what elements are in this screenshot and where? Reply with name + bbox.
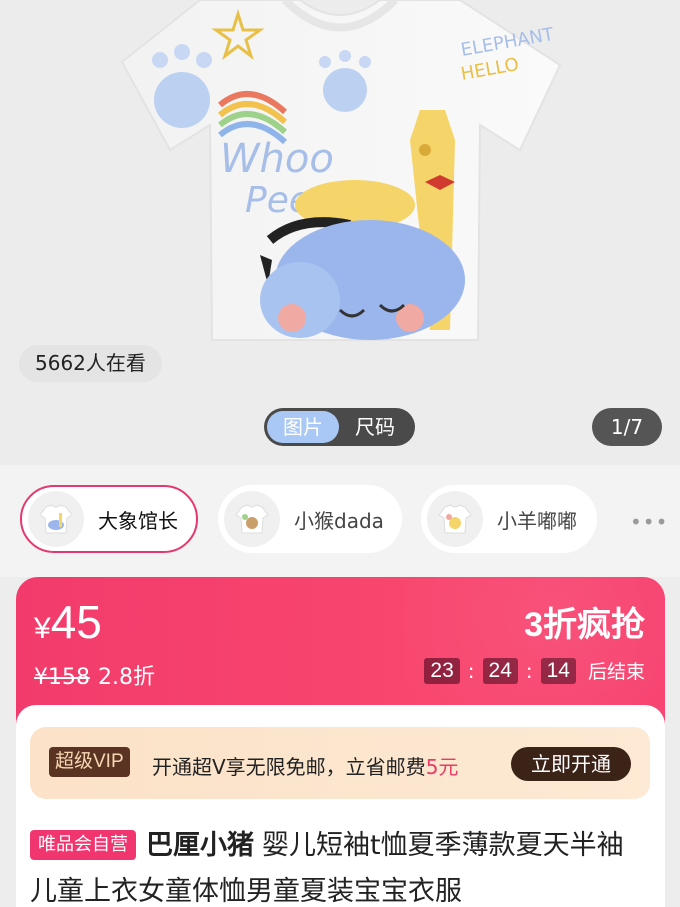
current-price: ¥45 — [34, 595, 102, 649]
product-info-card: 超级VIP 开通超V享无限免邮，立省邮费5元 立即开通 唯品会自营 巴厘小猪 婴儿短… — [16, 705, 665, 907]
product-title: 唯品会自营 巴厘小猪 婴儿短袖t恤夏季薄款夏天半袖儿童上衣女童体恤男童夏装宝宝衣服 — [30, 823, 650, 907]
variant-option[interactable]: 大象馆长 — [20, 485, 198, 553]
discount-rate: 2.8折 — [98, 665, 155, 690]
variant-selector: 大象馆长 小猴dada 小羊嘟嘟 ••• — [0, 465, 680, 577]
vip-promo-text: 开通超V享无限免邮，立省邮费5元 — [152, 755, 459, 779]
original-price: ¥158 — [34, 665, 90, 690]
original-price-row: ¥158 2.8折 — [34, 659, 155, 691]
variant-label: 小猴dada — [294, 508, 384, 533]
variant-thumbnail — [224, 491, 280, 547]
tab-images[interactable]: 图片 — [267, 411, 339, 443]
countdown-seconds: 14 — [540, 657, 576, 684]
more-variants-icon[interactable]: ••• — [630, 510, 668, 534]
variant-label: 小羊嘟嘟 — [497, 508, 577, 533]
variant-option[interactable]: 小猴dada — [218, 485, 402, 553]
countdown-suffix: 后结束 — [587, 661, 645, 683]
viewers-count: 5662人在看 — [19, 345, 162, 382]
variant-thumbnail — [427, 491, 483, 547]
product-image-carousel[interactable]: Whoo Pee ELEPHANT HELLO 5662人在看 图片 尺码 1/… — [0, 0, 680, 465]
variant-label: 大象馆长 — [98, 508, 178, 533]
price-value: 45 — [50, 596, 102, 648]
variant-thumbnail — [28, 491, 84, 547]
vip-badge: 超级VIP — [49, 747, 130, 777]
countdown-minutes: 24 — [482, 657, 518, 684]
currency-symbol: ¥ — [34, 612, 51, 645]
brand-name[interactable]: 巴厘小猪 — [146, 830, 254, 861]
image-page-counter: 1/7 — [592, 408, 662, 446]
tab-size[interactable]: 尺码 — [339, 411, 411, 443]
product-image: Whoo Pee ELEPHANT HELLO — [120, 0, 562, 341]
variant-option[interactable]: 小羊嘟嘟 — [421, 485, 597, 553]
self-operated-badge: 唯品会自营 — [30, 830, 136, 860]
open-vip-button[interactable]: 立即开通 — [511, 747, 631, 781]
svg-text:Whoo: Whoo — [220, 136, 334, 182]
vip-saving-amount: 5元 — [425, 755, 459, 779]
vip-promo-bar[interactable]: 超级VIP 开通超V享无限免邮，立省邮费5元 立即开通 — [30, 727, 650, 799]
promo-title: 3折疯抢 — [524, 606, 645, 644]
countdown-hours: 23 — [424, 657, 460, 684]
countdown-timer: 23 : 24 : 14 后结束 — [424, 657, 645, 684]
image-size-toggle[interactable]: 图片 尺码 — [264, 408, 415, 446]
